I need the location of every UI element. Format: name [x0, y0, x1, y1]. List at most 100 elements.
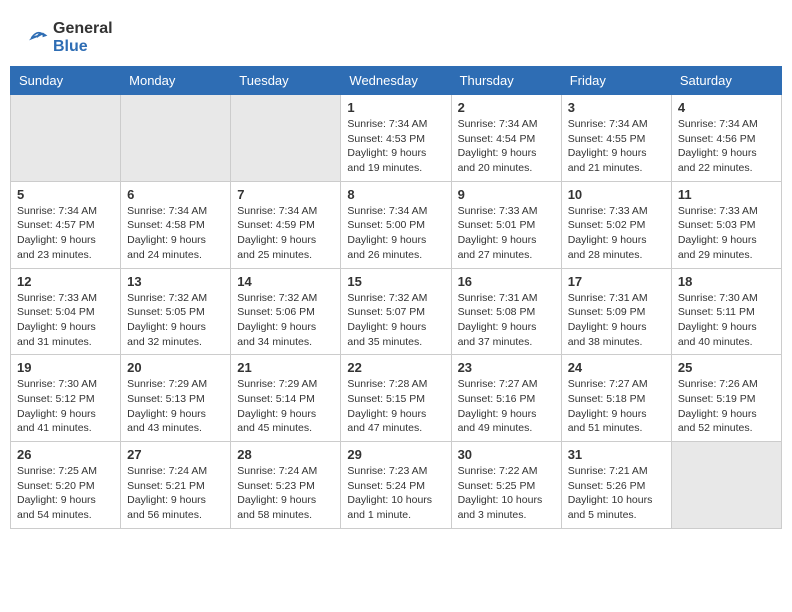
day-number: 16	[458, 274, 555, 289]
day-info: Sunrise: 7:33 AM Sunset: 5:02 PM Dayligh…	[568, 204, 665, 263]
day-info: Sunrise: 7:34 AM Sunset: 4:59 PM Dayligh…	[237, 204, 334, 263]
day-number: 19	[17, 360, 114, 375]
day-info: Sunrise: 7:34 AM Sunset: 5:00 PM Dayligh…	[347, 204, 444, 263]
day-info: Sunrise: 7:34 AM Sunset: 4:55 PM Dayligh…	[568, 117, 665, 176]
day-number: 13	[127, 274, 224, 289]
calendar-week-row: 19 Sunrise: 7:30 AM Sunset: 5:12 PM Dayli…	[11, 355, 782, 442]
calendar-day-cell: 18Sunrise: 7:30 AM Sunset: 5:11 PM Dayli…	[671, 268, 781, 355]
day-number: 12	[17, 274, 114, 289]
day-number: 11	[678, 187, 775, 202]
weekday-header-cell: Friday	[561, 67, 671, 95]
day-info: Sunrise: 7:24 AM Sunset: 5:23 PM Dayligh…	[237, 464, 334, 523]
calendar-day-cell: 29Sunrise: 7:23 AM Sunset: 5:24 PM Dayli…	[341, 442, 451, 529]
calendar-day-cell: 30 Sunrise: 7:22 AM Sunset: 5:25 PM Dayli…	[451, 442, 561, 529]
day-number: 22	[347, 360, 444, 375]
calendar-day-cell: 17 Sunrise: 7:31 AM Sunset: 5:09 PM Dayli…	[561, 268, 671, 355]
day-number: 20	[127, 360, 224, 375]
calendar-day-cell: 7 Sunrise: 7:34 AM Sunset: 4:59 PM Daylig…	[231, 181, 341, 268]
calendar-body: 1Sunrise: 7:34 AM Sunset: 4:53 PM Daylig…	[11, 95, 782, 529]
weekday-header-cell: Sunday	[11, 67, 121, 95]
day-info: Sunrise: 7:34 AM Sunset: 4:57 PM Dayligh…	[17, 204, 114, 263]
logo-blue-text: Blue	[53, 38, 88, 55]
calendar-day-cell: 3 Sunrise: 7:34 AM Sunset: 4:55 PM Daylig…	[561, 95, 671, 182]
day-info: Sunrise: 7:32 AM Sunset: 5:05 PM Dayligh…	[127, 291, 224, 350]
day-number: 3	[568, 100, 665, 115]
day-info: Sunrise: 7:33 AM Sunset: 5:04 PM Dayligh…	[17, 291, 114, 350]
day-info: Sunrise: 7:32 AM Sunset: 5:07 PM Dayligh…	[347, 291, 444, 350]
calendar-day-cell: 28 Sunrise: 7:24 AM Sunset: 5:23 PM Dayli…	[231, 442, 341, 529]
weekday-header-cell: Tuesday	[231, 67, 341, 95]
day-number: 1	[347, 100, 444, 115]
calendar-day-cell: 11 Sunrise: 7:33 AM Sunset: 5:03 PM Dayli…	[671, 181, 781, 268]
calendar-day-cell: 25 Sunrise: 7:26 AM Sunset: 5:19 PM Dayli…	[671, 355, 781, 442]
calendar-day-cell: 14 Sunrise: 7:32 AM Sunset: 5:06 PM Dayli…	[231, 268, 341, 355]
day-number: 26	[17, 447, 114, 462]
day-info: Sunrise: 7:33 AM Sunset: 5:01 PM Dayligh…	[458, 204, 555, 263]
logo-icon	[25, 26, 49, 50]
day-info: Sunrise: 7:24 AM Sunset: 5:21 PM Dayligh…	[127, 464, 224, 523]
day-info: Sunrise: 7:32 AM Sunset: 5:06 PM Dayligh…	[237, 291, 334, 350]
day-number: 10	[568, 187, 665, 202]
day-number: 7	[237, 187, 334, 202]
day-info: Sunrise: 7:21 AM Sunset: 5:26 PM Dayligh…	[568, 464, 665, 523]
calendar-day-cell: 6 Sunrise: 7:34 AM Sunset: 4:58 PM Daylig…	[121, 181, 231, 268]
calendar-week-row: 5 Sunrise: 7:34 AM Sunset: 4:57 PM Daylig…	[11, 181, 782, 268]
day-info: Sunrise: 7:29 AM Sunset: 5:13 PM Dayligh…	[127, 377, 224, 436]
calendar-day-cell	[121, 95, 231, 182]
day-number: 15	[347, 274, 444, 289]
day-number: 8	[347, 187, 444, 202]
day-info: Sunrise: 7:31 AM Sunset: 5:09 PM Dayligh…	[568, 291, 665, 350]
day-info: Sunrise: 7:22 AM Sunset: 5:25 PM Dayligh…	[458, 464, 555, 523]
day-number: 27	[127, 447, 224, 462]
weekday-header-cell: Thursday	[451, 67, 561, 95]
day-info: Sunrise: 7:34 AM Sunset: 4:54 PM Dayligh…	[458, 117, 555, 176]
calendar-day-cell: 22Sunrise: 7:28 AM Sunset: 5:15 PM Dayli…	[341, 355, 451, 442]
day-number: 14	[237, 274, 334, 289]
calendar-day-cell: 31 Sunrise: 7:21 AM Sunset: 5:26 PM Dayli…	[561, 442, 671, 529]
day-number: 28	[237, 447, 334, 462]
calendar-day-cell: 27 Sunrise: 7:24 AM Sunset: 5:21 PM Dayli…	[121, 442, 231, 529]
logo: General Blue	[25, 20, 113, 56]
day-number: 25	[678, 360, 775, 375]
day-info: Sunrise: 7:31 AM Sunset: 5:08 PM Dayligh…	[458, 291, 555, 350]
weekday-header-cell: Saturday	[671, 67, 781, 95]
day-number: 21	[237, 360, 334, 375]
day-info: Sunrise: 7:34 AM Sunset: 4:56 PM Dayligh…	[678, 117, 775, 176]
day-number: 2	[458, 100, 555, 115]
calendar-day-cell: 26 Sunrise: 7:25 AM Sunset: 5:20 PM Dayli…	[11, 442, 121, 529]
calendar-week-row: 1Sunrise: 7:34 AM Sunset: 4:53 PM Daylig…	[11, 95, 782, 182]
day-number: 4	[678, 100, 775, 115]
logo-general-text: General	[53, 20, 113, 37]
day-info: Sunrise: 7:23 AM Sunset: 5:24 PM Dayligh…	[347, 464, 444, 523]
calendar-day-cell	[11, 95, 121, 182]
calendar-week-row: 12 Sunrise: 7:33 AM Sunset: 5:04 PM Dayli…	[11, 268, 782, 355]
calendar-day-cell: 12 Sunrise: 7:33 AM Sunset: 5:04 PM Dayli…	[11, 268, 121, 355]
day-number: 9	[458, 187, 555, 202]
day-info: Sunrise: 7:26 AM Sunset: 5:19 PM Dayligh…	[678, 377, 775, 436]
day-info: Sunrise: 7:25 AM Sunset: 5:20 PM Dayligh…	[17, 464, 114, 523]
day-number: 5	[17, 187, 114, 202]
day-info: Sunrise: 7:30 AM Sunset: 5:12 PM Dayligh…	[17, 377, 114, 436]
calendar-day-cell: 10 Sunrise: 7:33 AM Sunset: 5:02 PM Dayli…	[561, 181, 671, 268]
calendar-day-cell: 21Sunrise: 7:29 AM Sunset: 5:14 PM Dayli…	[231, 355, 341, 442]
calendar-day-cell: 1Sunrise: 7:34 AM Sunset: 4:53 PM Daylig…	[341, 95, 451, 182]
calendar-day-cell: 8 Sunrise: 7:34 AM Sunset: 5:00 PM Daylig…	[341, 181, 451, 268]
calendar-day-cell	[671, 442, 781, 529]
calendar-day-cell: 20 Sunrise: 7:29 AM Sunset: 5:13 PM Dayli…	[121, 355, 231, 442]
calendar-day-cell: 19 Sunrise: 7:30 AM Sunset: 5:12 PM Dayli…	[11, 355, 121, 442]
day-info: Sunrise: 7:27 AM Sunset: 5:18 PM Dayligh…	[568, 377, 665, 436]
day-number: 17	[568, 274, 665, 289]
calendar-day-cell: 16 Sunrise: 7:31 AM Sunset: 5:08 PM Dayli…	[451, 268, 561, 355]
page-header: General Blue	[10, 10, 782, 61]
calendar-day-cell: 9 Sunrise: 7:33 AM Sunset: 5:01 PM Daylig…	[451, 181, 561, 268]
day-info: Sunrise: 7:27 AM Sunset: 5:16 PM Dayligh…	[458, 377, 555, 436]
day-info: Sunrise: 7:34 AM Sunset: 4:58 PM Dayligh…	[127, 204, 224, 263]
day-number: 6	[127, 187, 224, 202]
day-number: 18	[678, 274, 775, 289]
calendar-day-cell: 2 Sunrise: 7:34 AM Sunset: 4:54 PM Daylig…	[451, 95, 561, 182]
calendar-day-cell: 23Sunrise: 7:27 AM Sunset: 5:16 PM Dayli…	[451, 355, 561, 442]
day-number: 31	[568, 447, 665, 462]
day-number: 30	[458, 447, 555, 462]
calendar-day-cell	[231, 95, 341, 182]
day-info: Sunrise: 7:33 AM Sunset: 5:03 PM Dayligh…	[678, 204, 775, 263]
